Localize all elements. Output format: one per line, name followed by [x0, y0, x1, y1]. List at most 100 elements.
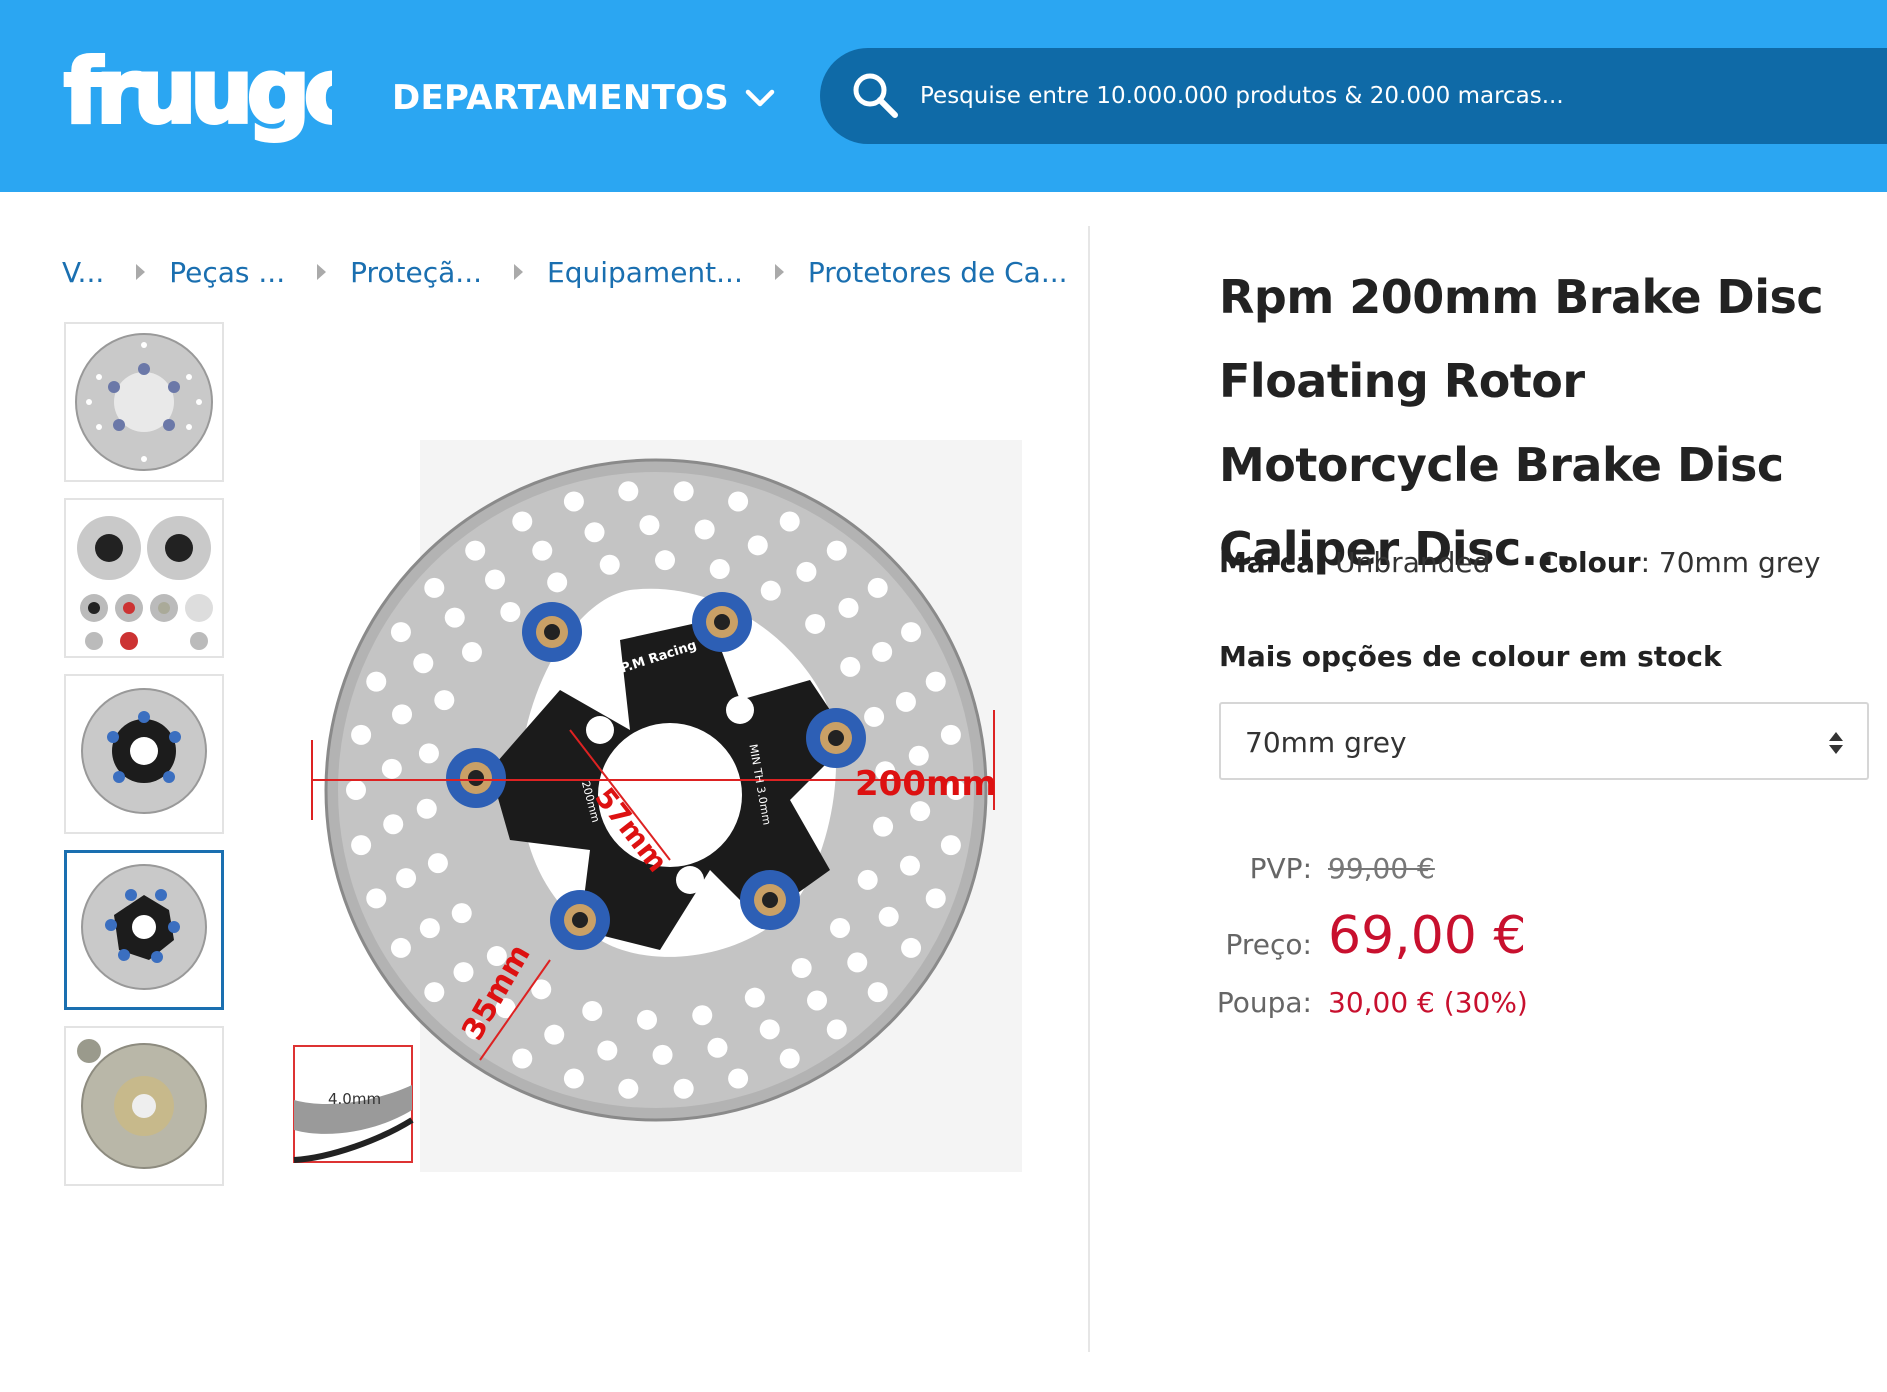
disc-hole [418, 743, 439, 764]
disc-hole [461, 642, 482, 663]
pvp-label: PVP: [1249, 852, 1312, 885]
disc-hole [910, 801, 931, 822]
brake-disc-thumbnail-image [81, 688, 207, 814]
search-bar [820, 48, 1887, 144]
disc-hole [925, 671, 946, 692]
disc-hole [381, 758, 402, 779]
disc-hole [366, 888, 387, 909]
search-icon[interactable] [850, 70, 900, 120]
disc-hole [597, 1040, 618, 1061]
product-thumbnail[interactable] [64, 498, 224, 658]
disc-hole [618, 481, 639, 502]
disc-hole [895, 691, 916, 712]
disc-hole [826, 1019, 847, 1040]
breadcrumb-item[interactable]: Equipament... [547, 256, 743, 289]
breadcrumb-separator-icon [774, 264, 784, 280]
disc-hole [413, 653, 434, 674]
disc-hole [351, 724, 372, 745]
brand-value[interactable]: Unbranded [1335, 546, 1490, 579]
product-meta: Marca: Unbranded Colour: 70mm grey [1219, 546, 1821, 579]
breadcrumb-item[interactable]: Protetores de Ca... [808, 256, 1068, 289]
disc-hole [346, 780, 366, 800]
disc-hole [532, 540, 553, 561]
disc-hole [872, 641, 893, 662]
disc-hole [652, 1044, 673, 1065]
disc-hole [639, 515, 660, 536]
disc-hole [392, 704, 413, 725]
breadcrumb-separator-icon [514, 264, 523, 280]
disc-hole [500, 602, 521, 623]
disc-hole [878, 906, 899, 927]
breadcrumb-item[interactable]: Proteçã... [350, 256, 482, 289]
disc-hole [692, 1005, 713, 1026]
disc-hole [351, 835, 372, 856]
disc-hole [796, 561, 817, 582]
disc-hole [673, 1078, 694, 1099]
svg-text:fruugo: fruugo [64, 40, 332, 143]
breadcrumb-separator-icon [136, 264, 146, 280]
disc-hole [747, 535, 768, 556]
disc-hole [655, 550, 676, 571]
product-thumbnail[interactable] [64, 322, 224, 482]
disc-hole [709, 559, 730, 580]
colour-value: 70mm grey [1658, 546, 1821, 579]
disc-hole [901, 622, 922, 643]
breadcrumb-separator-icon [317, 264, 327, 280]
dimension-outer-label: 200mm [855, 764, 997, 804]
disc-hole [840, 656, 861, 677]
more-options-label: Mais opções de colour em stock [1219, 640, 1722, 673]
disc-hole [427, 853, 448, 874]
disc-hole [694, 519, 715, 540]
disc-hole [465, 540, 486, 561]
disc-hole [847, 952, 868, 973]
disc-hole [484, 569, 505, 590]
search-input[interactable] [920, 68, 1820, 124]
savings-label: Poupa: [1216, 986, 1312, 1019]
breadcrumb-item[interactable]: V... [62, 256, 104, 289]
fruugo-logo[interactable]: fruugo [62, 26, 332, 166]
disc-hole [390, 937, 411, 958]
pvp-value: 99,00 € [1328, 852, 1435, 885]
disc-hole [940, 835, 961, 856]
disc-hole [779, 511, 800, 532]
disc-hole [830, 917, 851, 938]
disc-hole [544, 1024, 565, 1045]
disc-hole [899, 855, 920, 876]
disc-hole [759, 1019, 780, 1040]
disc-hole [584, 522, 605, 543]
breadcrumb-item[interactable]: Peças ... [169, 256, 285, 289]
disc-hole [857, 869, 878, 890]
disc-hole [707, 1037, 728, 1058]
disc-hole [673, 481, 694, 502]
disc-hole [451, 903, 472, 924]
disc-hole [791, 957, 812, 978]
product-title: Rpm 200mm Brake Disc Floating Rotor Moto… [1219, 270, 1824, 576]
disc-hole [563, 1068, 584, 1089]
disc-hole [908, 745, 929, 766]
product-thumbnail[interactable] [64, 674, 224, 834]
disc-hole [453, 962, 474, 983]
departments-menu[interactable]: DEPARTAMENTOS [392, 74, 775, 122]
disc-hole [599, 554, 620, 575]
disc-hole [805, 613, 826, 634]
disc-hole [547, 572, 568, 593]
chevron-down-icon [745, 89, 775, 107]
column-divider [1088, 226, 1090, 1352]
disc-hole [760, 580, 781, 601]
product-thumbnail[interactable] [64, 1026, 224, 1186]
disc-hole [867, 982, 888, 1003]
disc-hole [419, 918, 440, 939]
thickness-label: 4.0mm [328, 1090, 381, 1108]
brake-disc-variants-thumbnail-image [77, 516, 213, 650]
disc-hole [807, 990, 828, 1011]
colour-option-select[interactable]: 70mm grey [1219, 702, 1869, 780]
disc-hole [744, 987, 765, 1008]
disc-hole [636, 1009, 657, 1030]
main-product-image[interactable]: 200mm 57mm 35mm R.P.M Racing MIN TH 3.0m… [290, 440, 1022, 1172]
disc-hole [424, 982, 445, 1003]
disc-hole [444, 607, 465, 628]
disc-hole [366, 671, 387, 692]
brand-label: Marca: [1219, 546, 1327, 579]
disc-hole [838, 597, 859, 618]
product-thumbnail-active[interactable] [64, 850, 224, 1010]
